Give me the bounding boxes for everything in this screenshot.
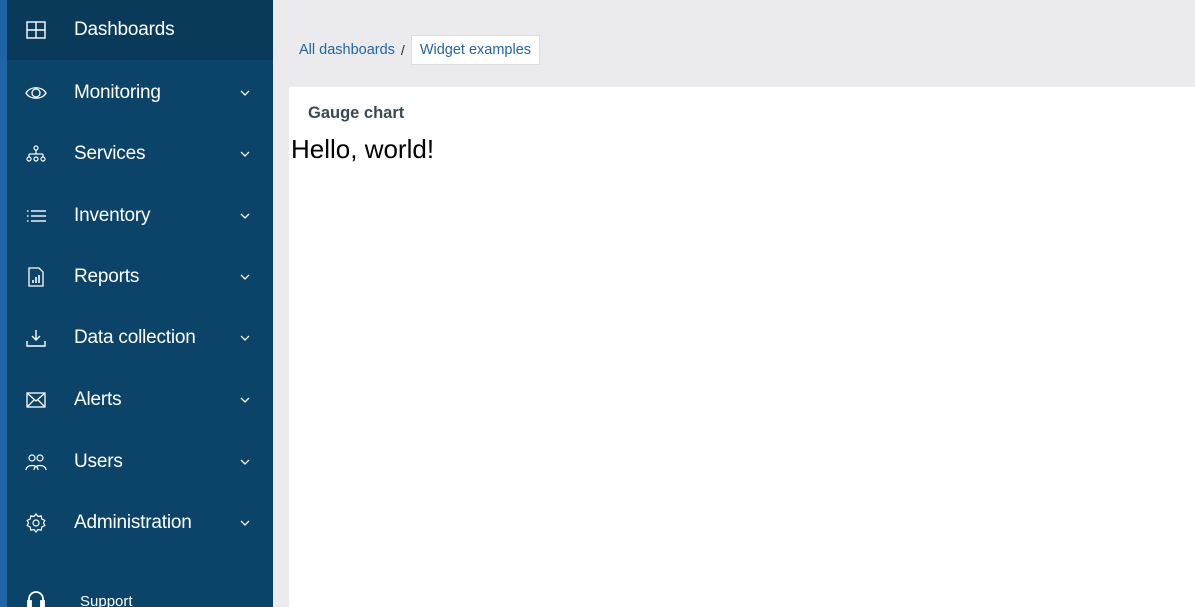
chevron-down-icon	[239, 210, 251, 222]
breadcrumb-all-dashboards-link[interactable]: All dashboards	[299, 42, 395, 58]
gear-icon	[25, 512, 47, 534]
sidebar-item-label: Monitoring	[74, 82, 161, 103]
sidebar-item-reports[interactable]: Reports	[7, 247, 273, 307]
hierarchy-icon	[25, 143, 47, 165]
widget-content-text: Hello, world!	[291, 134, 435, 164]
sidebar-item-alerts[interactable]: Alerts	[7, 370, 273, 430]
main-content: All dashboards / Widget examples Gauge c…	[273, 0, 1195, 607]
envelope-icon	[25, 389, 47, 411]
sidebar-item-support[interactable]: Support	[7, 580, 273, 607]
sidebar-item-label: Administration	[74, 512, 192, 533]
sidebar-item-label: Users	[74, 451, 123, 472]
sidebar-item-administration[interactable]: Administration	[7, 493, 273, 553]
dashboard-grid-icon	[25, 19, 47, 41]
sidebar-item-label: Alerts	[74, 389, 122, 410]
breadcrumb-current-dashboard[interactable]: Widget examples	[410, 35, 541, 65]
gauge-chart-widget: Gauge chart Hello, world!	[289, 87, 1195, 607]
sidebar: Dashboards Monitoring Services Inventory…	[0, 0, 273, 607]
sidebar-item-label: Inventory	[74, 205, 151, 226]
list-icon	[25, 205, 47, 227]
users-icon	[25, 451, 47, 473]
sidebar-item-label: Reports	[74, 266, 140, 287]
report-icon	[25, 266, 47, 288]
widget-title: Gauge chart	[308, 104, 405, 122]
chevron-down-icon	[239, 148, 251, 160]
sidebar-item-dashboards[interactable]: Dashboards	[7, 0, 273, 60]
chevron-down-icon	[239, 456, 251, 468]
sidebar-item-label: Services	[74, 143, 146, 164]
eye-icon	[25, 82, 47, 104]
sidebar-item-services[interactable]: Services	[7, 124, 273, 184]
headset-icon	[25, 588, 47, 607]
download-icon	[25, 327, 47, 349]
chevron-down-icon	[239, 87, 251, 99]
sidebar-edge	[0, 0, 7, 607]
chevron-down-icon	[239, 517, 251, 529]
chevron-down-icon	[239, 394, 251, 406]
sidebar-item-label: Data collection	[74, 327, 196, 348]
sidebar-item-inventory[interactable]: Inventory	[7, 186, 273, 246]
sidebar-item-label: Support	[80, 593, 133, 607]
sidebar-item-data-collection[interactable]: Data collection	[7, 308, 273, 368]
breadcrumb: All dashboards / Widget examples	[299, 35, 541, 65]
chevron-down-icon	[239, 271, 251, 283]
sidebar-item-label: Dashboards	[74, 19, 175, 40]
sidebar-item-monitoring[interactable]: Monitoring	[7, 63, 273, 123]
chevron-down-icon	[239, 332, 251, 344]
sidebar-item-users[interactable]: Users	[7, 432, 273, 492]
breadcrumb-separator: /	[400, 42, 405, 58]
